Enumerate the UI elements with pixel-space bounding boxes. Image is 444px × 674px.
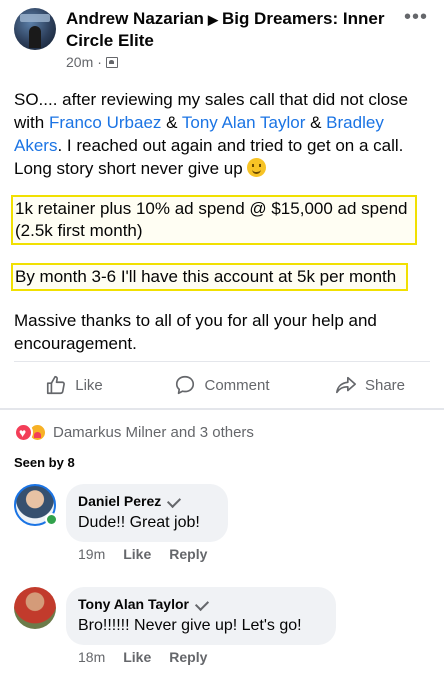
comment: Daniel Perez Dude!! Great job! 19m Like … [14, 484, 434, 574]
comment-time[interactable]: 18m [78, 649, 105, 665]
post-body: SO.... after reviewing my sales call tha… [14, 88, 430, 180]
like-label: Like [75, 376, 103, 394]
reactions-summary[interactable]: Damarkus Milner and 3 others [14, 423, 254, 442]
comment-author-row: Daniel Perez [78, 492, 216, 510]
ampersand: & [305, 113, 327, 132]
share-label: Share [364, 376, 406, 394]
action-bar: Like Comment Share [0, 362, 444, 408]
seen-by[interactable]: Seen by 8 [14, 455, 75, 470]
mention-tony[interactable]: Tony Alan Taylor [182, 113, 305, 132]
top-fan-badge-icon [167, 495, 181, 507]
ampersand: & [161, 113, 182, 132]
comment-like-button[interactable]: Like [123, 649, 151, 665]
comment-button[interactable]: Comment [148, 362, 296, 408]
post-text: . I reached out again and tried to get o… [14, 136, 404, 178]
reactions-names: Damarkus Milner and 3 others [53, 424, 254, 441]
more-icon[interactable]: ••• [404, 6, 428, 29]
mention-franco[interactable]: Franco Urbaez [49, 113, 161, 132]
post-title: Andrew Nazarian ▶ Big Dreamers: Inner Circ… [66, 8, 396, 51]
top-fan-badge-icon [195, 598, 209, 610]
comment-label: Comment [204, 376, 270, 394]
author-avatar[interactable] [14, 8, 56, 50]
arrow-right-icon: ▶ [207, 12, 218, 27]
highlight-month-goal: By month 3-6 I'll have this account at 5… [11, 263, 408, 291]
like-icon [47, 375, 66, 395]
comment-meta: 18m Like Reply [78, 649, 207, 665]
comment-bubble: Tony Alan Taylor Bro!!!!!! Never give up… [66, 587, 336, 645]
heart-reaction-icon [14, 423, 33, 442]
author-name[interactable]: Andrew Nazarian [66, 9, 204, 28]
post-time[interactable]: 20m [66, 54, 93, 70]
online-status-icon [45, 513, 58, 526]
comment-time[interactable]: 19m [78, 546, 105, 562]
comment-meta: 19m Like Reply [78, 546, 207, 562]
post-meta: 20m · [66, 54, 118, 70]
comment-icon [176, 375, 195, 395]
comment-author[interactable]: Daniel Perez [78, 492, 161, 510]
section-divider [0, 408, 444, 410]
highlight-retainer: 1k retainer plus 10% ad spend @ $15,000 … [11, 195, 417, 245]
audience-icon[interactable] [105, 56, 118, 68]
comment-bubble: Daniel Perez Dude!! Great job! [66, 484, 228, 542]
post-header: Andrew Nazarian ▶ Big Dreamers: Inner Circ… [14, 6, 434, 70]
comment-like-button[interactable]: Like [123, 546, 151, 562]
comment: Tony Alan Taylor Bro!!!!!! Never give up… [14, 587, 434, 669]
comment-text: Dude!! Great job! [78, 514, 200, 531]
comment-reply-button[interactable]: Reply [169, 546, 207, 562]
avatar[interactable] [14, 587, 56, 629]
comment-author-row: Tony Alan Taylor [78, 595, 324, 613]
comment-text: Bro!!!!!! Never give up! Let's go! [78, 617, 302, 634]
comment-reply-button[interactable]: Reply [169, 649, 207, 665]
post-closing: Massive thanks to all of you for all you… [14, 311, 377, 353]
smiley-emoji-icon [247, 158, 267, 177]
share-button[interactable]: Share [296, 362, 444, 408]
share-icon [335, 376, 356, 394]
comment-author[interactable]: Tony Alan Taylor [78, 595, 189, 613]
like-button[interactable]: Like [0, 362, 148, 408]
meta-separator: · [97, 54, 102, 70]
